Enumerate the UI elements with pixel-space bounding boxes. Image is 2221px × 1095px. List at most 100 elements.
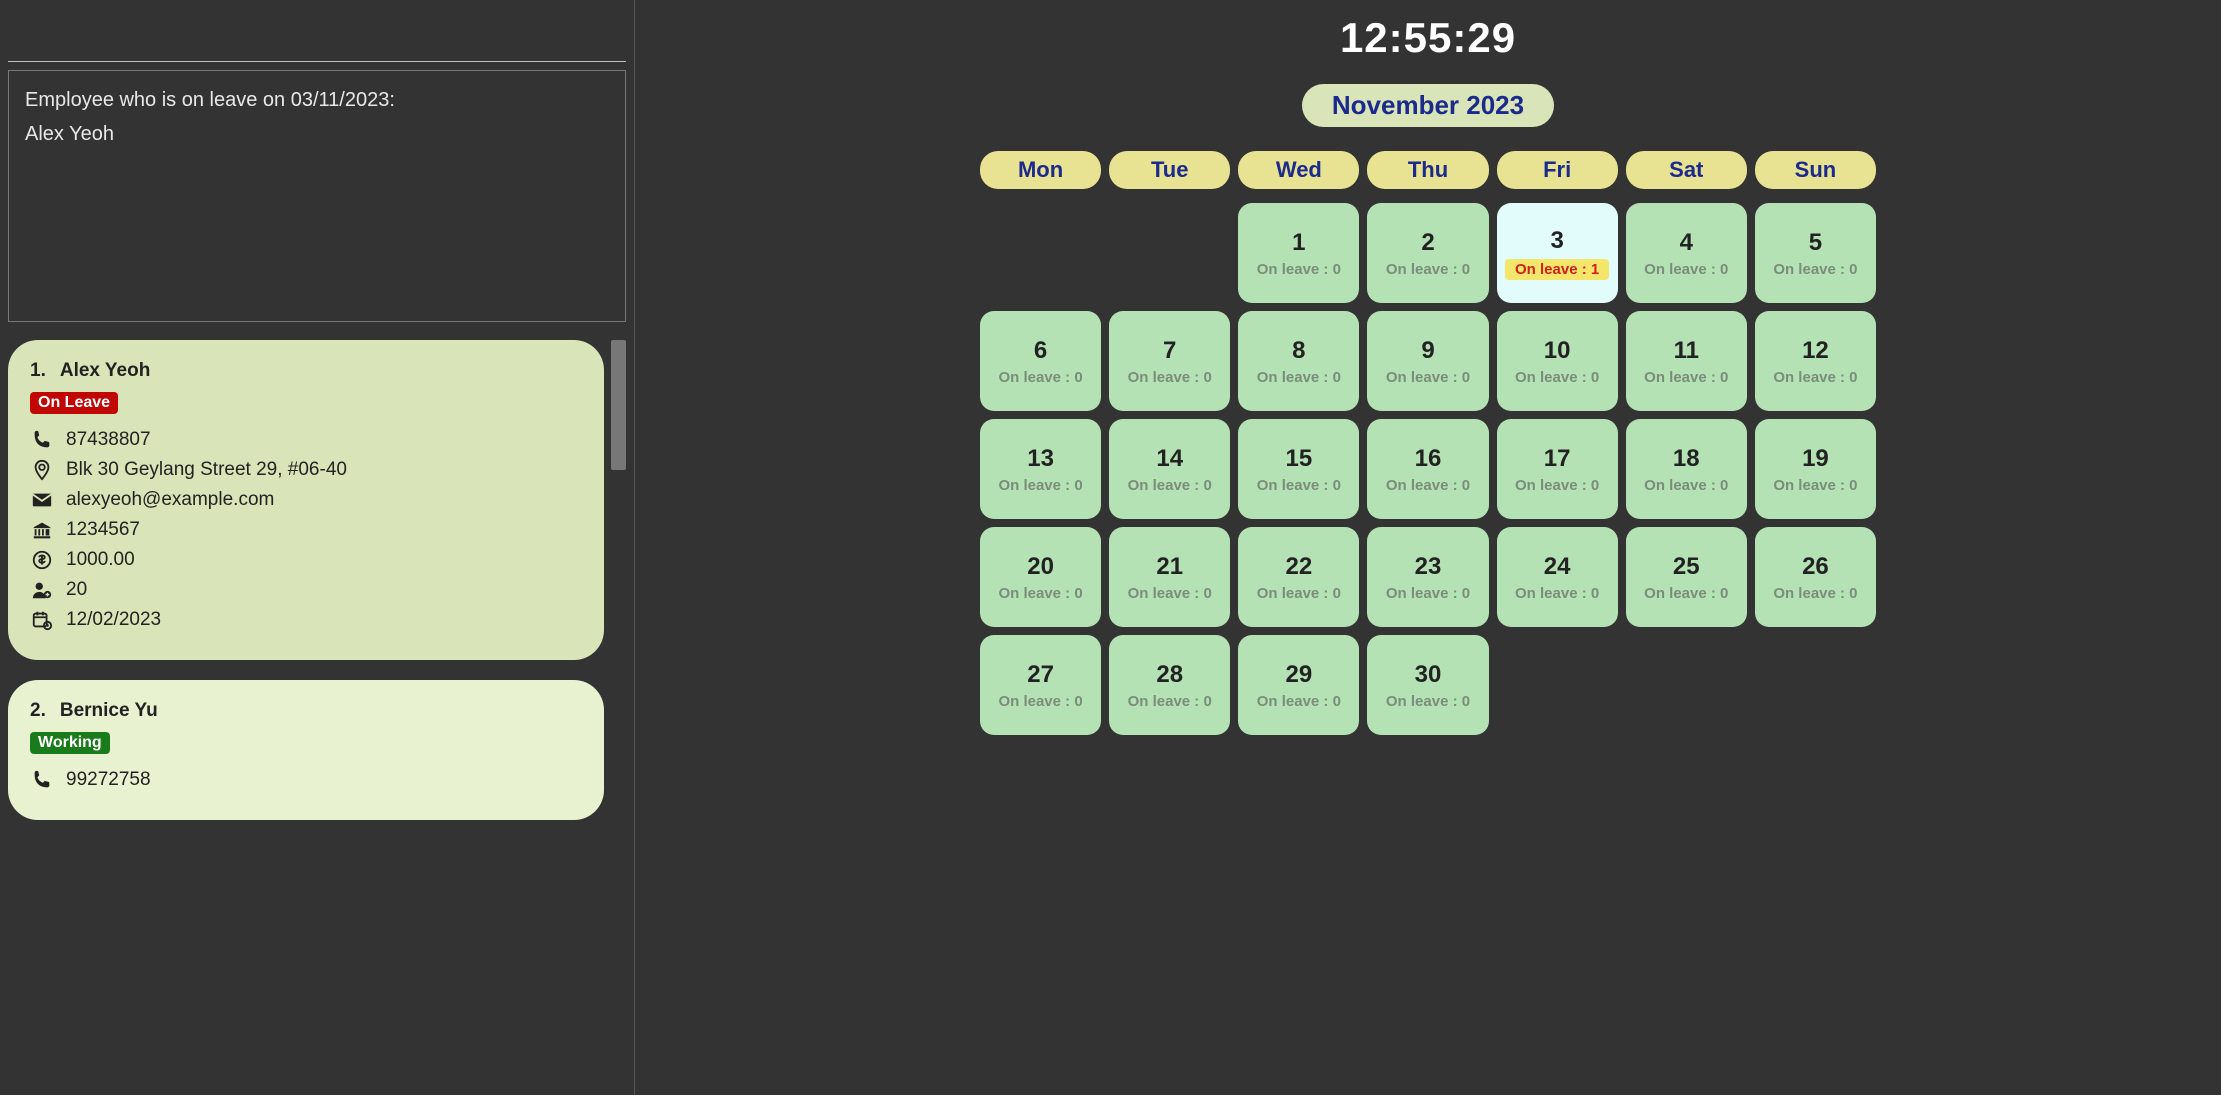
calendar-day[interactable]: 24On leave : 0 [1497, 527, 1618, 627]
day-number: 3 [1550, 227, 1563, 255]
day-number: 22 [1286, 553, 1313, 581]
day-number: 12 [1802, 337, 1829, 365]
day-number: 1 [1292, 229, 1305, 257]
emp-phone-row: 99272758 [30, 768, 582, 792]
day-number: 21 [1156, 553, 1183, 581]
day-number: 19 [1802, 445, 1829, 473]
emp-index: 1. [30, 360, 46, 381]
calendar-day[interactable]: 3 On leave : 1 [1497, 203, 1618, 303]
calendar-day[interactable]: 11On leave : 0 [1626, 311, 1747, 411]
calendar-blank [1109, 203, 1230, 303]
calendar-day[interactable]: 21 On leave : 0 [1109, 527, 1230, 627]
calendar-day[interactable]: 2 On leave : 0 [1367, 203, 1488, 303]
calendar-day[interactable]: 22On leave : 0 [1238, 527, 1359, 627]
calendar-day[interactable]: 14On leave : 0 [1109, 419, 1230, 519]
calendar-day[interactable]: 12 On leave : 0 [1755, 311, 1876, 411]
employee-card[interactable]: 2. Bernice Yu Working 99272758 [8, 680, 604, 820]
onleave-count: On leave : 0 [998, 477, 1082, 494]
emp-salary-row: 1000.00 [30, 548, 582, 572]
search-input-underline[interactable] [8, 38, 626, 62]
calendar-day[interactable]: 29On leave : 0 [1238, 635, 1359, 735]
day-number: 28 [1156, 661, 1183, 689]
day-number: 11 [1674, 337, 1699, 365]
calendar-day[interactable]: 4On leave : 0 [1626, 203, 1747, 303]
onleave-count: On leave : 0 [1515, 369, 1599, 386]
day-number: 15 [1286, 445, 1313, 473]
day-number: 7 [1163, 337, 1176, 365]
onleave-count: On leave : 0 [1773, 369, 1857, 386]
status-badge: On Leave [30, 392, 118, 414]
calendar-day[interactable]: 13On leave : 0 [980, 419, 1101, 519]
calendar-day[interactable]: 19 On leave : 0 [1755, 419, 1876, 519]
calendar-day[interactable]: 15 On leave : 0 [1238, 419, 1359, 519]
result-line-1: Employee who is on leave on 03/11/2023: [25, 83, 609, 117]
onleave-count: On leave : 0 [1515, 477, 1599, 494]
onleave-count: On leave : 0 [1257, 477, 1341, 494]
emp-title: 1.Alex Yeoh [30, 360, 582, 382]
emp-leave-row: 20 [30, 578, 582, 602]
calendar-day[interactable]: 8On leave : 0 [1238, 311, 1359, 411]
dow-header: Sun [1755, 151, 1876, 189]
phone-icon [30, 428, 54, 452]
calendar-day[interactable]: 27On leave : 0 [980, 635, 1101, 735]
bank-icon [30, 518, 54, 542]
day-number: 27 [1027, 661, 1054, 689]
day-number: 25 [1673, 553, 1700, 581]
calendar-day[interactable]: 30On leave : 0 [1367, 635, 1488, 735]
day-number: 23 [1415, 553, 1442, 581]
employee-list: 1.Alex Yeoh On Leave 87438807 Blk 30 Geylan… [8, 340, 604, 1095]
onleave-count: On leave : 0 [1128, 585, 1212, 602]
onleave-count: On leave : 0 [1644, 477, 1728, 494]
employee-card[interactable]: 1.Alex Yeoh On Leave 87438807 Blk 30 Geylan… [8, 340, 604, 660]
result-panel: Employee who is on leave on 03/11/2023: … [8, 70, 626, 322]
calendar-day[interactable]: 20 On leave : 0 [980, 527, 1101, 627]
scrollbar-track[interactable] [611, 340, 626, 1095]
emp-email-row: alexyeoh@example.com [30, 488, 582, 512]
clock: 12:55:29 [1340, 14, 1516, 62]
onleave-count: On leave : 1 [1505, 259, 1609, 280]
emp-phone-row: 87438807 [30, 428, 582, 452]
dow-header: Mon [980, 151, 1101, 189]
day-number: 14 [1156, 445, 1183, 473]
day-number: 2 [1421, 229, 1434, 257]
emp-bank-row: 1234567 [30, 518, 582, 542]
emp-email: alexyeoh@example.com [66, 489, 274, 511]
onleave-count: On leave : 0 [1644, 585, 1728, 602]
calendar-day[interactable]: 7On leave : 0 [1109, 311, 1230, 411]
calendar-day[interactable]: 23On leave : 0 [1367, 527, 1488, 627]
day-number: 20 [1027, 553, 1054, 581]
scrollbar-thumb[interactable] [611, 340, 626, 470]
calendar-day[interactable]: 9On leave : 0 [1367, 311, 1488, 411]
day-number: 18 [1673, 445, 1700, 473]
day-of-week-row: MonTueWedThuFriSatSun [980, 151, 1876, 189]
day-number: 16 [1415, 445, 1442, 473]
emp-name: Bernice Yu [60, 700, 158, 721]
emp-title: 2. Bernice Yu [30, 700, 582, 722]
emp-address-row: Blk 30 Geylang Street 29, #06-40 [30, 458, 582, 482]
onleave-count: On leave : 0 [1257, 261, 1341, 278]
calendar-day[interactable]: 10On leave : 0 [1497, 311, 1618, 411]
calendar-day[interactable]: 6On leave : 0 [980, 311, 1101, 411]
status-badge: Working [30, 732, 110, 754]
calendar-day[interactable]: 26On leave : 0 [1755, 527, 1876, 627]
emp-index: 2. [30, 700, 46, 721]
onleave-count: On leave : 0 [998, 369, 1082, 386]
day-number: 26 [1802, 553, 1829, 581]
month-label: November 2023 [1302, 84, 1554, 127]
onleave-count: On leave : 0 [998, 585, 1082, 602]
calendar-day[interactable]: 18 On leave : 0 [1626, 419, 1747, 519]
calendar-day[interactable]: 16On leave : 0 [1367, 419, 1488, 519]
dow-header: Fri [1497, 151, 1618, 189]
calendar-blank [980, 203, 1101, 303]
result-line-2: Alex Yeoh [25, 117, 609, 151]
onleave-count: On leave : 0 [1773, 477, 1857, 494]
onleave-count: On leave : 0 [1644, 261, 1728, 278]
onleave-count: On leave : 0 [1386, 261, 1470, 278]
calendar-day[interactable]: 28On leave : 0 [1109, 635, 1230, 735]
emp-join-date: 12/02/2023 [66, 609, 161, 631]
calendar-day[interactable]: 5On leave : 0 [1755, 203, 1876, 303]
calendar-day[interactable]: 25 On leave : 0 [1626, 527, 1747, 627]
onleave-count: On leave : 0 [1773, 261, 1857, 278]
calendar-day[interactable]: 17On leave : 0 [1497, 419, 1618, 519]
calendar-day[interactable]: 1 On leave : 0 [1238, 203, 1359, 303]
